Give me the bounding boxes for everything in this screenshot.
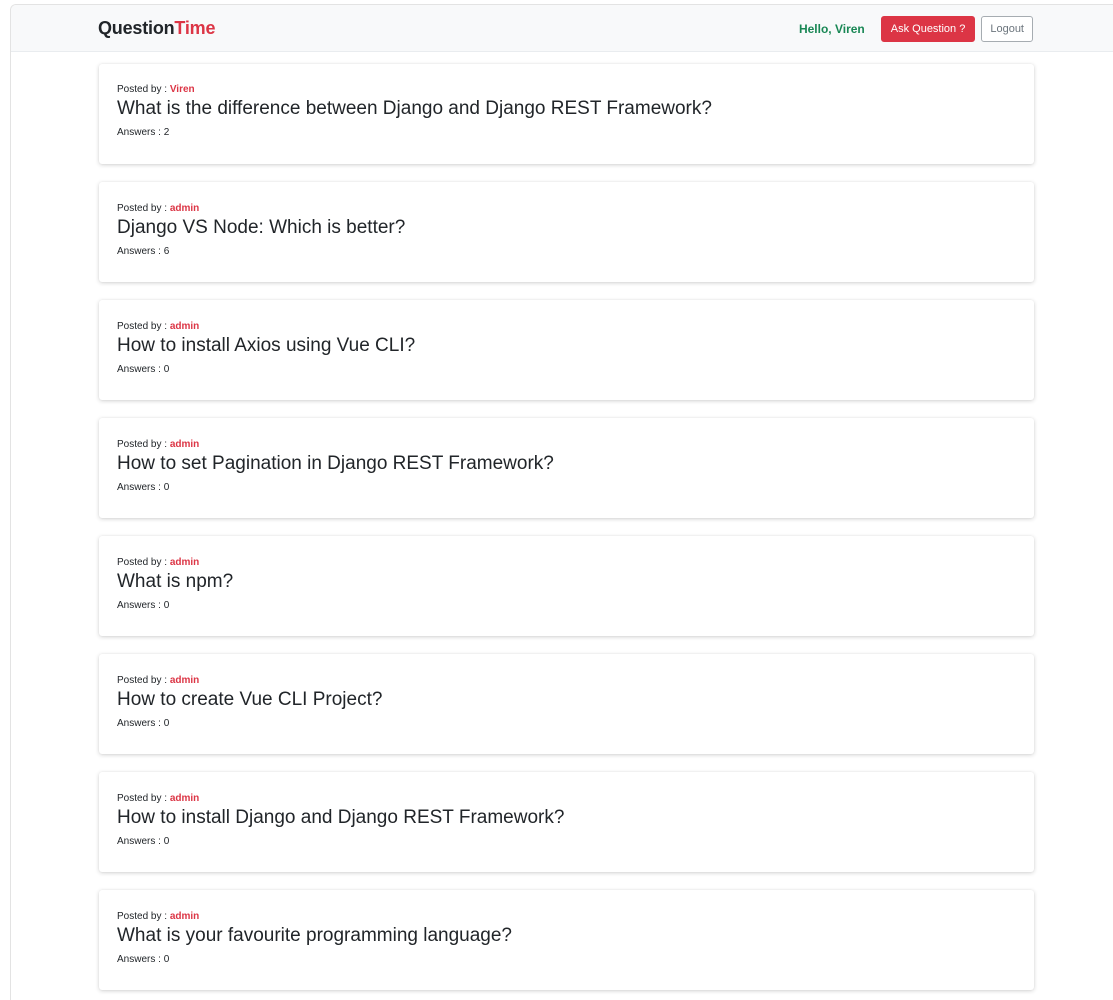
posted-by-label: Posted by : [117, 911, 170, 922]
answer-count: Answers : 0 [117, 835, 1016, 849]
answer-count: Answers : 0 [117, 953, 1016, 967]
question-card: Posted by : Viren What is the difference… [99, 64, 1034, 164]
question-card: Posted by : admin What is npm? Answers :… [99, 536, 1034, 636]
answers-label: Answers : [117, 246, 164, 257]
answer-count: Answers : 0 [117, 363, 1016, 377]
question-card: Posted by : admin How to install Axios u… [99, 300, 1034, 400]
question-author[interactable]: admin [170, 911, 199, 922]
answers-value: 0 [163, 364, 170, 375]
posted-by-label: Posted by : [117, 557, 170, 568]
answers-value: 0 [163, 836, 170, 847]
logout-button[interactable]: Logout [981, 16, 1033, 42]
question-author[interactable]: admin [170, 321, 199, 332]
posted-by: Posted by : admin [117, 674, 1016, 687]
posted-by: Posted by : admin [117, 792, 1016, 805]
brand-logo[interactable]: QuestionTime [98, 18, 215, 39]
question-author[interactable]: admin [170, 203, 199, 214]
answers-label: Answers : [117, 364, 164, 375]
answer-count: Answers : 0 [117, 599, 1016, 613]
question-card: Posted by : admin Django VS Node: Which … [99, 182, 1034, 282]
question-card: Posted by : admin How to create Vue CLI … [99, 654, 1034, 754]
posted-by-label: Posted by : [117, 793, 170, 804]
question-author[interactable]: Viren [170, 84, 195, 95]
ask-question-button[interactable]: Ask Question ? [880, 16, 976, 42]
answers-label: Answers : [117, 718, 164, 729]
posted-by-label: Posted by : [117, 675, 170, 686]
brand-main: Question [98, 18, 175, 38]
posted-by: Posted by : admin [117, 320, 1016, 333]
question-list: Posted by : Viren What is the difference… [99, 64, 1034, 1000]
question-author[interactable]: admin [170, 675, 199, 686]
answers-value: 6 [163, 246, 170, 257]
navbar-actions: Hello, Viren Ask Question ? Logout [799, 16, 1033, 42]
question-title-link[interactable]: How to install Django and Django REST Fr… [117, 806, 1016, 830]
question-title-link[interactable]: What is your favourite programming langu… [117, 924, 1016, 948]
answer-count: Answers : 0 [117, 717, 1016, 731]
question-title-link[interactable]: How to set Pagination in Django REST Fra… [117, 452, 1016, 476]
question-title-link[interactable]: Django VS Node: Which is better? [117, 216, 1016, 240]
question-card: Posted by : admin How to set Pagination … [99, 418, 1034, 518]
answers-label: Answers : [117, 482, 164, 493]
answers-label: Answers : [117, 127, 164, 138]
posted-by-label: Posted by : [117, 321, 170, 332]
answers-label: Answers : [117, 954, 164, 965]
posted-by: Posted by : admin [117, 438, 1016, 451]
question-title-link[interactable]: What is the difference between Django an… [117, 97, 1016, 121]
answer-count: Answers : 0 [117, 481, 1016, 495]
posted-by-label: Posted by : [117, 439, 170, 450]
question-author[interactable]: admin [170, 557, 199, 568]
answers-value: 0 [163, 954, 170, 965]
app-window: QuestionTime Hello, Viren Ask Question ?… [10, 4, 1113, 1000]
question-author[interactable]: admin [170, 439, 199, 450]
posted-by: Posted by : admin [117, 202, 1016, 215]
posted-by-label: Posted by : [117, 203, 170, 214]
answer-count: Answers : 2 [117, 126, 1016, 140]
posted-by: Posted by : Viren [117, 83, 1016, 96]
user-greeting: Hello, Viren [798, 22, 865, 36]
navbar: QuestionTime Hello, Viren Ask Question ?… [11, 5, 1113, 52]
question-title-link[interactable]: What is npm? [117, 570, 1016, 594]
question-card: Posted by : admin How to install Django … [99, 772, 1034, 872]
answers-value: 0 [163, 718, 170, 729]
answer-count: Answers : 6 [117, 245, 1016, 259]
question-author[interactable]: admin [170, 793, 199, 804]
question-title-link[interactable]: How to install Axios using Vue CLI? [117, 334, 1016, 358]
question-card: Posted by : admin What is your favourite… [99, 890, 1034, 990]
answers-value: 2 [163, 127, 170, 138]
answers-label: Answers : [117, 836, 164, 847]
brand-accent: Time [174, 18, 216, 38]
answers-value: 0 [163, 482, 170, 493]
question-title-link[interactable]: How to create Vue CLI Project? [117, 688, 1016, 712]
posted-by: Posted by : admin [117, 556, 1016, 569]
answers-label: Answers : [117, 600, 164, 611]
posted-by-label: Posted by : [117, 84, 170, 95]
answers-value: 0 [163, 600, 170, 611]
posted-by: Posted by : admin [117, 910, 1016, 923]
